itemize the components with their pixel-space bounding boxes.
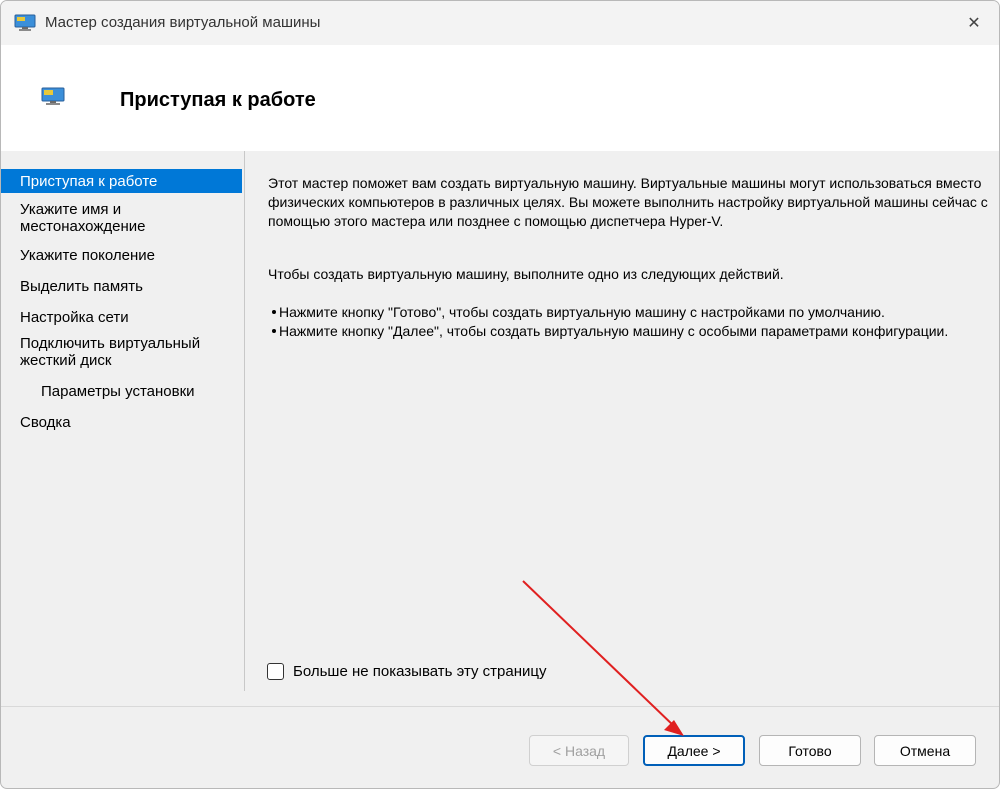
step-memory[interactable]: Выделить память [1, 278, 242, 295]
title-bar[interactable]: Мастер создания виртуальной машины ✕ [1, 1, 999, 45]
step-summary[interactable]: Сводка [1, 414, 242, 431]
wizard-steps-sidebar: Приступая к работе Укажите имя и местона… [1, 151, 245, 691]
step-label: Сводка [20, 414, 71, 431]
bullet-icon [272, 328, 276, 333]
cancel-button[interactable]: Отмена [874, 735, 976, 766]
dont-show-label[interactable]: Больше не показывать эту страницу [293, 663, 546, 680]
step-getting-started[interactable]: Приступая к работе [1, 169, 242, 193]
bullet-icon [272, 309, 276, 314]
finish-button[interactable]: Готово [759, 735, 861, 766]
step-network[interactable]: Настройка сети [1, 309, 242, 326]
intro-text: Этот мастер поможет вам создать виртуаль… [268, 175, 988, 229]
next-button[interactable]: Далее > [643, 735, 745, 766]
step-label: Параметры установки [41, 383, 195, 400]
close-icon: ✕ [967, 15, 981, 32]
step-label: Выделить память [20, 278, 143, 295]
page-header: Приступая к работе [1, 45, 999, 152]
step-label: Приступая к работе [20, 173, 158, 190]
step-virtual-disk[interactable]: Подключить виртуальный жесткий диск [1, 335, 216, 369]
step-label: Настройка сети [20, 309, 129, 326]
step-label: Подключить виртуальный жесткий диск [20, 335, 201, 369]
dont-show-row[interactable]: Больше не показывать эту страницу [267, 663, 546, 680]
back-button[interactable]: < Назад [529, 735, 629, 766]
instruction-text: Чтобы создать виртуальную машину, выполн… [268, 266, 784, 282]
dont-show-checkbox[interactable] [267, 663, 284, 680]
step-label: Укажите поколение [20, 247, 156, 264]
step-name-location[interactable]: Укажите имя и местонахождение [1, 201, 151, 235]
content-area: Этот мастер поможет вам создать виртуаль… [245, 151, 999, 691]
window-title: Мастер создания виртуальной машины [45, 14, 321, 31]
step-install-options[interactable]: Параметры установки [1, 383, 242, 400]
monitor-icon [41, 87, 67, 110]
bullet-item: Нажмите кнопку "Готово", чтобы создать в… [268, 303, 988, 321]
bullet-item: Нажмите кнопку "Далее", чтобы создать ви… [268, 322, 988, 340]
step-generation[interactable]: Укажите поколение [1, 247, 242, 264]
page-title: Приступая к работе [120, 89, 316, 111]
button-bar: < Назад Далее > Готово Отмена [1, 706, 999, 788]
bullet-text: Нажмите кнопку "Далее", чтобы создать ви… [279, 323, 949, 339]
bullet-text: Нажмите кнопку "Готово", чтобы создать в… [279, 304, 885, 320]
close-button[interactable]: ✕ [959, 9, 989, 37]
step-label: Укажите имя и местонахождение [20, 201, 146, 235]
wizard-window: Мастер создания виртуальной машины ✕ При… [0, 0, 1000, 789]
monitor-icon [14, 14, 36, 35]
